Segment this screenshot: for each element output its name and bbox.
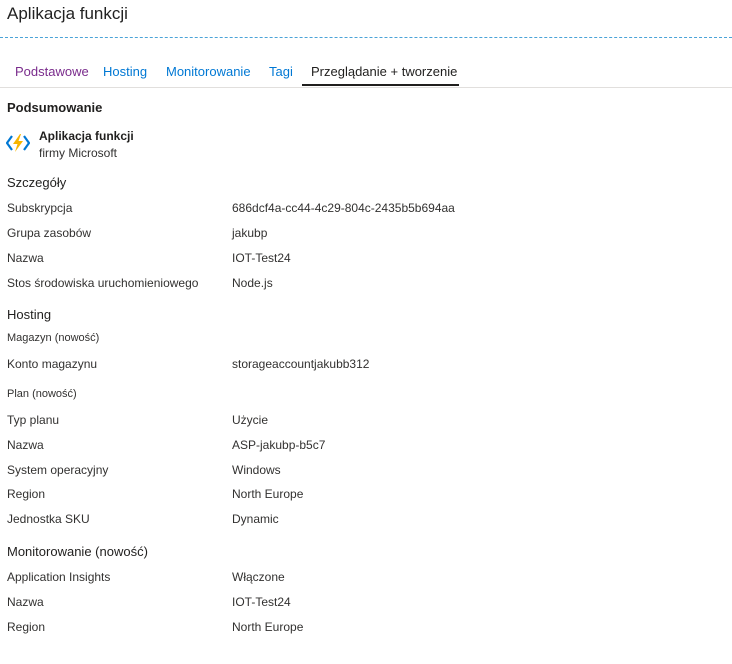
plan-label-os: System operacyjny	[7, 463, 109, 477]
plan-label-type: Typ planu	[7, 413, 60, 427]
detail-value-runtime-stack: Node.js	[232, 276, 273, 290]
progress-divider	[0, 37, 732, 38]
tab-monitoring[interactable]: Monitorowanie	[166, 64, 251, 79]
plan-value-name: ASP-jakubp-b5c7	[232, 438, 326, 452]
plan-value-sku: Dynamic	[232, 512, 279, 526]
hosting-heading: Hosting	[7, 307, 52, 322]
monitoring-heading: Monitorowanie (nowość)	[7, 544, 148, 559]
plan-label-region: Region	[7, 487, 46, 501]
tab-tags[interactable]: Tagi	[269, 64, 293, 79]
plan-value-os: Windows	[232, 463, 281, 477]
detail-label-runtime-stack: Stos środowiska uruchomieniowego	[7, 276, 199, 290]
active-tab-indicator	[302, 84, 459, 86]
tab-hosting[interactable]: Hosting	[103, 64, 147, 79]
summary-heading: Podsumowanie	[7, 100, 103, 115]
product-name: Aplikacja funkcji	[39, 129, 134, 143]
plan-label-sku: Jednostka SKU	[7, 512, 90, 526]
monitoring-value-app-insights: Włączone	[232, 570, 285, 584]
plan-value-region: North Europe	[232, 487, 304, 501]
plan-value-type: Użycie	[232, 413, 269, 427]
page-title: Aplikacja funkcji	[7, 4, 128, 23]
detail-value-subscription: 686dcf4a-cc44-4c29-804c-2435b5b694aa	[232, 201, 455, 215]
function-app-icon	[6, 134, 30, 152]
detail-value-name: IOT-Test24	[232, 251, 291, 265]
hosting-label-storage-account: Konto magazynu	[7, 357, 98, 371]
tab-review-create[interactable]: Przeglądanie + tworzenie	[311, 64, 457, 79]
monitoring-value-region: North Europe	[232, 620, 304, 634]
plan-subheading: Plan (nowość)	[7, 388, 77, 400]
monitoring-label-name: Nazwa	[7, 595, 44, 609]
storage-subheading: Magazyn (nowość)	[7, 332, 100, 344]
detail-label-name: Nazwa	[7, 251, 44, 265]
tab-basics[interactable]: Podstawowe	[15, 64, 89, 79]
details-heading: Szczegóły	[7, 175, 67, 190]
detail-label-subscription: Subskrypcja	[7, 201, 73, 215]
monitoring-value-name: IOT-Test24	[232, 595, 291, 609]
monitoring-label-region: Region	[7, 620, 46, 634]
detail-value-resource-group: jakubp	[232, 226, 268, 240]
detail-label-resource-group: Grupa zasobów	[7, 226, 92, 240]
monitoring-label-app-insights: Application Insights	[7, 570, 111, 584]
product-publisher: firmy Microsoft	[39, 146, 117, 160]
hosting-value-storage-account: storageaccountjakubb312	[232, 357, 370, 371]
plan-label-name: Nazwa	[7, 438, 44, 452]
tab-bar: Podstawowe Hosting Monitorowanie Tagi Pr…	[0, 58, 732, 88]
